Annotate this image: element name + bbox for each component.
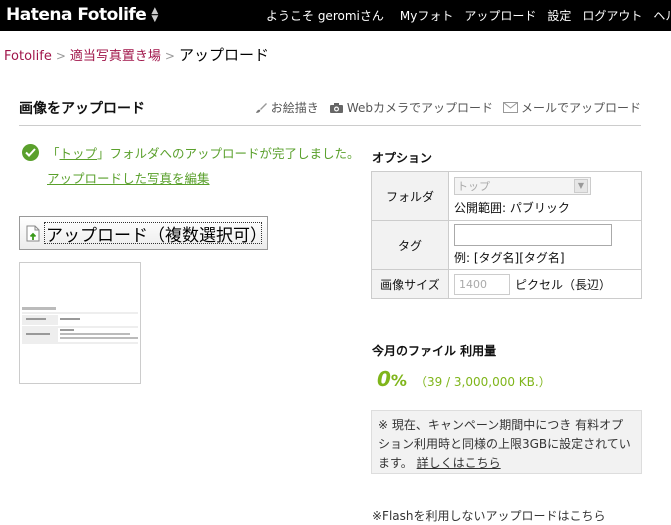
size-input[interactable]: 1400 — [454, 273, 510, 295]
folder-row: フォルダ トップ ▼ 公開範囲: パブリック — [371, 171, 642, 221]
camera-icon — [329, 102, 343, 113]
uploaded-thumbnail[interactable] — [19, 262, 141, 384]
campaign-notice: ※ 現在、キャンペーン期間中につき 有料オプション利用時と同様の上限3GBに設定… — [371, 410, 642, 474]
upload-method-links: お絵描き Webカメラでアップロード メールでアップロード — [244, 99, 641, 116]
size-cell: 1400 ピクセル（長辺） — [448, 269, 642, 299]
tag-cell: 例: [タグ名][タグ名] — [448, 220, 642, 270]
tag-label: タグ — [371, 220, 449, 270]
webcam-link[interactable]: Webカメラでアップロード — [329, 99, 493, 116]
webcam-link-label: Webカメラでアップロード — [346, 101, 493, 115]
breadcrumb-separator: > — [55, 49, 66, 63]
nav-logout[interactable]: ログアウト — [582, 7, 642, 24]
tag-input[interactable] — [454, 224, 612, 246]
folder-link[interactable]: トップ — [60, 146, 98, 161]
usage-detail: （39 / 3,000,000 KB.） — [414, 375, 551, 389]
brush-icon — [255, 102, 267, 113]
logo-text: Hatena Fotolife — [6, 5, 147, 25]
non-flash-upload-link[interactable]: ※Flashを利用しないアップロードはこちら — [372, 507, 606, 524]
edit-photos-link[interactable]: アップロードした写真を編集 — [47, 168, 360, 187]
thumbnail-preview — [22, 307, 138, 344]
chevron-down-icon: ▼ — [574, 178, 588, 193]
usage-percent-sign: % — [390, 371, 407, 390]
nav-myphoto[interactable]: Myフォト — [400, 7, 453, 24]
visibility-text: 公開範囲: パブリック — [454, 200, 570, 215]
folder-select-value: トップ — [457, 179, 490, 193]
mail-link[interactable]: メールでアップロード — [502, 99, 641, 116]
service-switch-icon[interactable]: ▲ ▼ — [151, 7, 158, 24]
success-message: 「トップ」フォルダへのアップロードが完了しました。 アップロードした写真を編集 — [22, 143, 360, 187]
breadcrumb-fotolife[interactable]: Fotolife — [4, 49, 52, 64]
nav-settings[interactable]: 設定 — [547, 7, 571, 24]
size-label: 画像サイズ — [371, 269, 449, 299]
tag-row: タグ 例: [タグ名][タグ名] — [371, 220, 642, 270]
usage-percent: 0 — [377, 367, 391, 391]
options-title: オプション — [372, 151, 433, 165]
usage-title: 今月のファイル 利用量 — [372, 344, 497, 358]
usage-display: 0 % （39 / 3,000,000 KB.） — [377, 367, 551, 391]
nav-upload[interactable]: アップロード — [464, 7, 536, 24]
check-circle-icon — [22, 144, 39, 161]
page-title: 画像をアップロード — [19, 101, 145, 117]
breadcrumb-separator: > — [164, 49, 175, 63]
breadcrumb: Fotolife > 適当写真置き場 > アップロード — [4, 44, 269, 65]
top-bar: Hatena Fotolife ▲ ▼ ようこそ geromiさん Myフォト ア… — [0, 0, 671, 31]
divider — [19, 125, 641, 126]
draw-link[interactable]: お絵描き — [254, 99, 319, 116]
focus-ring — [44, 222, 262, 244]
upload-file-icon — [26, 225, 40, 241]
tag-example: 例: [タグ名][タグ名] — [454, 251, 565, 265]
user-greeting[interactable]: ようこそ geromiさん — [266, 7, 384, 24]
success-text: 「トップ」フォルダへのアップロードが完了しました。 — [47, 143, 360, 162]
success-suffix: 」フォルダへのアップロードが完了しました。 — [97, 146, 360, 161]
breadcrumb-folder[interactable]: 適当写真置き場 — [70, 45, 161, 64]
folder-label: フォルダ — [371, 171, 449, 221]
size-unit: ピクセル（長辺） — [515, 277, 612, 292]
mail-link-label: メールでアップロード — [520, 101, 641, 115]
breadcrumb-current: アップロード — [178, 46, 269, 64]
nav-help[interactable]: ヘルプ — [653, 7, 671, 24]
top-nav: ようこそ geromiさん Myフォト アップロード 設定 ログアウト ヘルプ — [266, 7, 671, 24]
options-table: フォルダ トップ ▼ 公開範囲: パブリック タグ 例: [タグ名][タグ名] … — [371, 171, 642, 299]
success-prefix: 「 — [47, 146, 60, 161]
upload-button[interactable]: アップロード（複数選択可） — [19, 216, 268, 250]
envelope-icon — [502, 102, 518, 113]
size-row: 画像サイズ 1400 ピクセル（長辺） — [371, 269, 642, 299]
draw-link-label: お絵描き — [270, 101, 319, 115]
folder-select[interactable]: トップ ▼ — [454, 176, 591, 195]
folder-cell: トップ ▼ 公開範囲: パブリック — [448, 171, 642, 221]
logo[interactable]: Hatena Fotolife ▲ ▼ — [6, 4, 158, 26]
notice-details-link[interactable]: 詳しくはこちら — [417, 456, 501, 470]
